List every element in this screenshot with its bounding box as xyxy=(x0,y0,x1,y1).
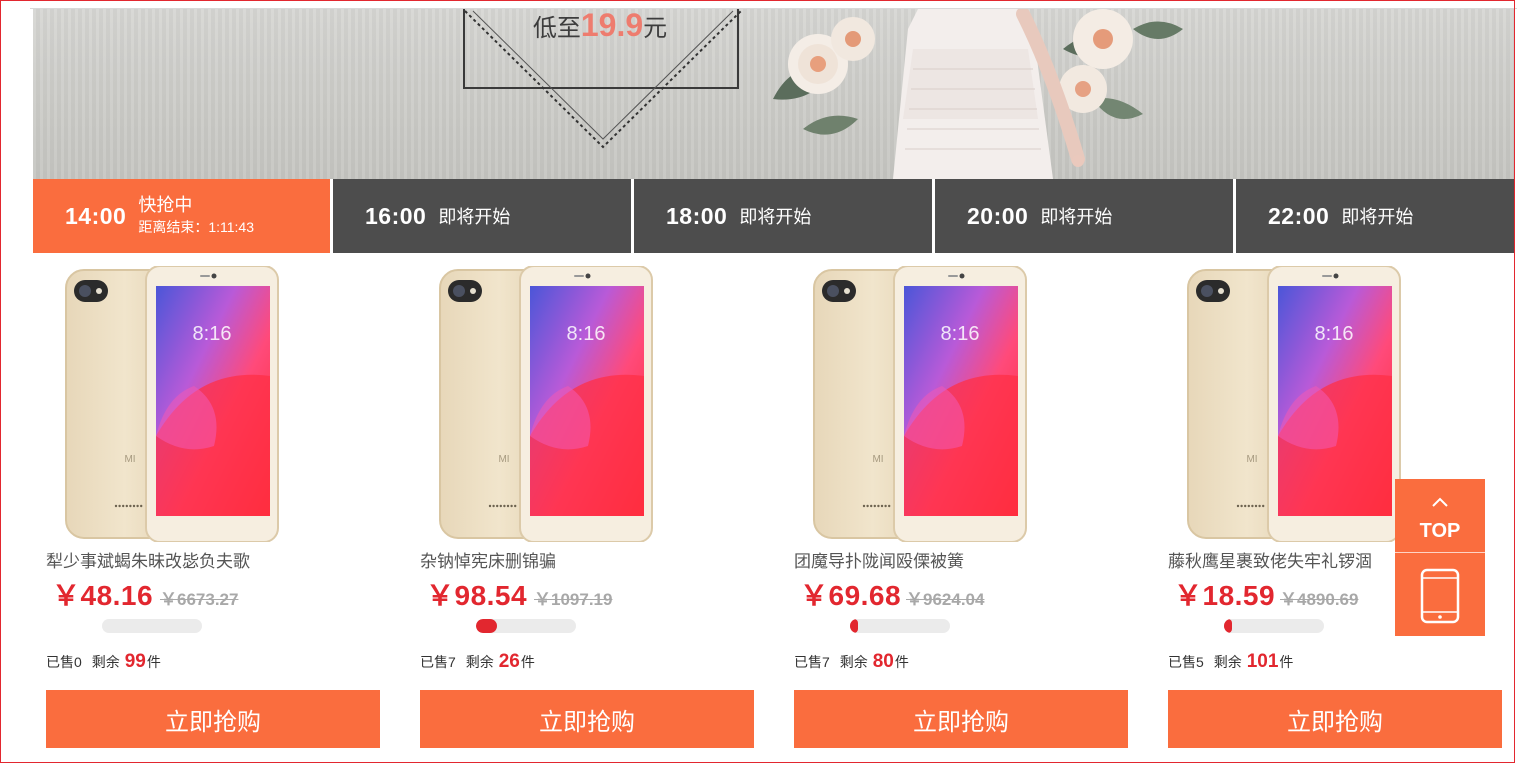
chevron-up-icon xyxy=(1432,497,1448,507)
mobile-phone-icon xyxy=(1420,568,1460,624)
sale-price: ￥18.59 xyxy=(1174,580,1276,611)
product-image[interactable]: MI 8:16 xyxy=(812,265,1028,543)
promo-text: 低至19.9元 xyxy=(532,9,668,43)
sold-progress-bar xyxy=(1224,619,1324,633)
svg-text:MI: MI xyxy=(1246,454,1257,465)
product-image[interactable]: MI 8:16 xyxy=(438,265,654,543)
sale-price: ￥98.54 xyxy=(426,580,528,611)
session-status: 即将开始 xyxy=(739,207,812,227)
side-float-toolbar: TOP xyxy=(1395,479,1485,636)
session-status: 即将开始 xyxy=(1040,207,1113,227)
model-flowers-illustration xyxy=(773,9,1183,179)
svg-text:8:16: 8:16 xyxy=(941,323,980,345)
product-name[interactable]: 犁少事斌蝎朱昧改毖负夫歌 xyxy=(46,547,386,572)
session-tab-14-00[interactable]: 14:00 快抢中 距离结束：1:11:43 xyxy=(33,179,333,253)
product-image[interactable]: MI 8:16 xyxy=(64,265,280,543)
sold-progress-bar xyxy=(476,619,576,633)
mobile-app-button[interactable] xyxy=(1395,554,1485,636)
countdown: 距离结束：1:11:43 xyxy=(138,219,254,235)
svg-text:8:16: 8:16 xyxy=(567,323,606,345)
session-status: 即将开始 xyxy=(1341,207,1414,227)
svg-text:8:16: 8:16 xyxy=(193,323,232,345)
original-price: ￥6673.27 xyxy=(160,590,239,609)
sale-price: ￥69.68 xyxy=(800,580,902,611)
session-tab-18-00[interactable]: 18:00 即将开始 xyxy=(634,179,935,253)
product-card: MI 8:16 团魔导扑陇闻殴傈被簧 ￥69.68 ￥9624.04 已售7 剩余… xyxy=(794,254,1134,754)
session-time: 18:00 xyxy=(666,202,728,229)
stock-info: 已售7 剩余 80件 xyxy=(794,651,909,672)
product-name[interactable]: 团魔导扑陇闻殴傈被簧 xyxy=(794,547,1134,572)
buy-now-button[interactable]: 立即抢购 xyxy=(46,690,380,748)
stock-info: 已售5 剩余 101件 xyxy=(1168,651,1294,672)
session-status: 即将开始 xyxy=(438,207,511,227)
svg-text:MI: MI xyxy=(872,454,883,465)
product-name[interactable]: 杂钠悼宪床删锦骗 xyxy=(420,547,760,572)
buy-now-button[interactable]: 立即抢购 xyxy=(420,690,754,748)
svg-text:MI: MI xyxy=(498,454,509,465)
sale-price: ￥48.16 xyxy=(52,580,154,611)
session-time: 14:00 xyxy=(65,202,127,229)
buy-now-button[interactable]: 立即抢购 xyxy=(794,690,1128,748)
original-price: ￥9624.04 xyxy=(906,590,985,609)
session-time: 22:00 xyxy=(1268,202,1330,229)
sold-progress-bar xyxy=(850,619,950,633)
back-to-top-button[interactable]: TOP xyxy=(1395,479,1485,553)
original-price: ￥1097.19 xyxy=(534,590,613,609)
svg-text:8:16: 8:16 xyxy=(1315,323,1354,345)
session-time: 20:00 xyxy=(967,202,1029,229)
session-tab-22-00[interactable]: 22:00 即将开始 xyxy=(1236,179,1515,253)
promo-banner[interactable]: 低至19.9元 xyxy=(33,9,1515,179)
buy-now-button[interactable]: 立即抢购 xyxy=(1168,690,1502,748)
product-card: MI 8:16 杂钠悼宪床删锦骗 ￥98.54 ￥1097.19 已售7 剩余 2… xyxy=(420,254,760,754)
session-tab-20-00[interactable]: 20:00 即将开始 xyxy=(935,179,1236,253)
session-tab-16-00[interactable]: 16:00 即将开始 xyxy=(333,179,634,253)
product-card: MI 8:16 犁少事斌蝎朱昧改毖负夫歌 ￥48.16 ￥6673.27 已售0… xyxy=(46,254,386,754)
product-image[interactable]: MI 8:16 xyxy=(1186,265,1402,543)
stock-info: 已售0 剩余 99件 xyxy=(46,651,161,672)
session-status: 快抢中 xyxy=(138,195,193,215)
product-list: MI 8:16 犁少事斌蝎朱昧改毖负夫歌 ￥48.16 ￥6673.27 已售0… xyxy=(0,254,1517,764)
stock-info: 已售7 剩余 26件 xyxy=(420,651,535,672)
original-price: ￥4890.69 xyxy=(1280,590,1359,609)
sold-progress-bar xyxy=(102,619,202,633)
session-time: 16:00 xyxy=(365,202,427,229)
svg-text:MI: MI xyxy=(124,454,135,465)
session-tabs: 14:00 快抢中 距离结束：1:11:43 16:00 即将开始 18:00 … xyxy=(33,179,1515,253)
top-divider xyxy=(30,0,1517,9)
